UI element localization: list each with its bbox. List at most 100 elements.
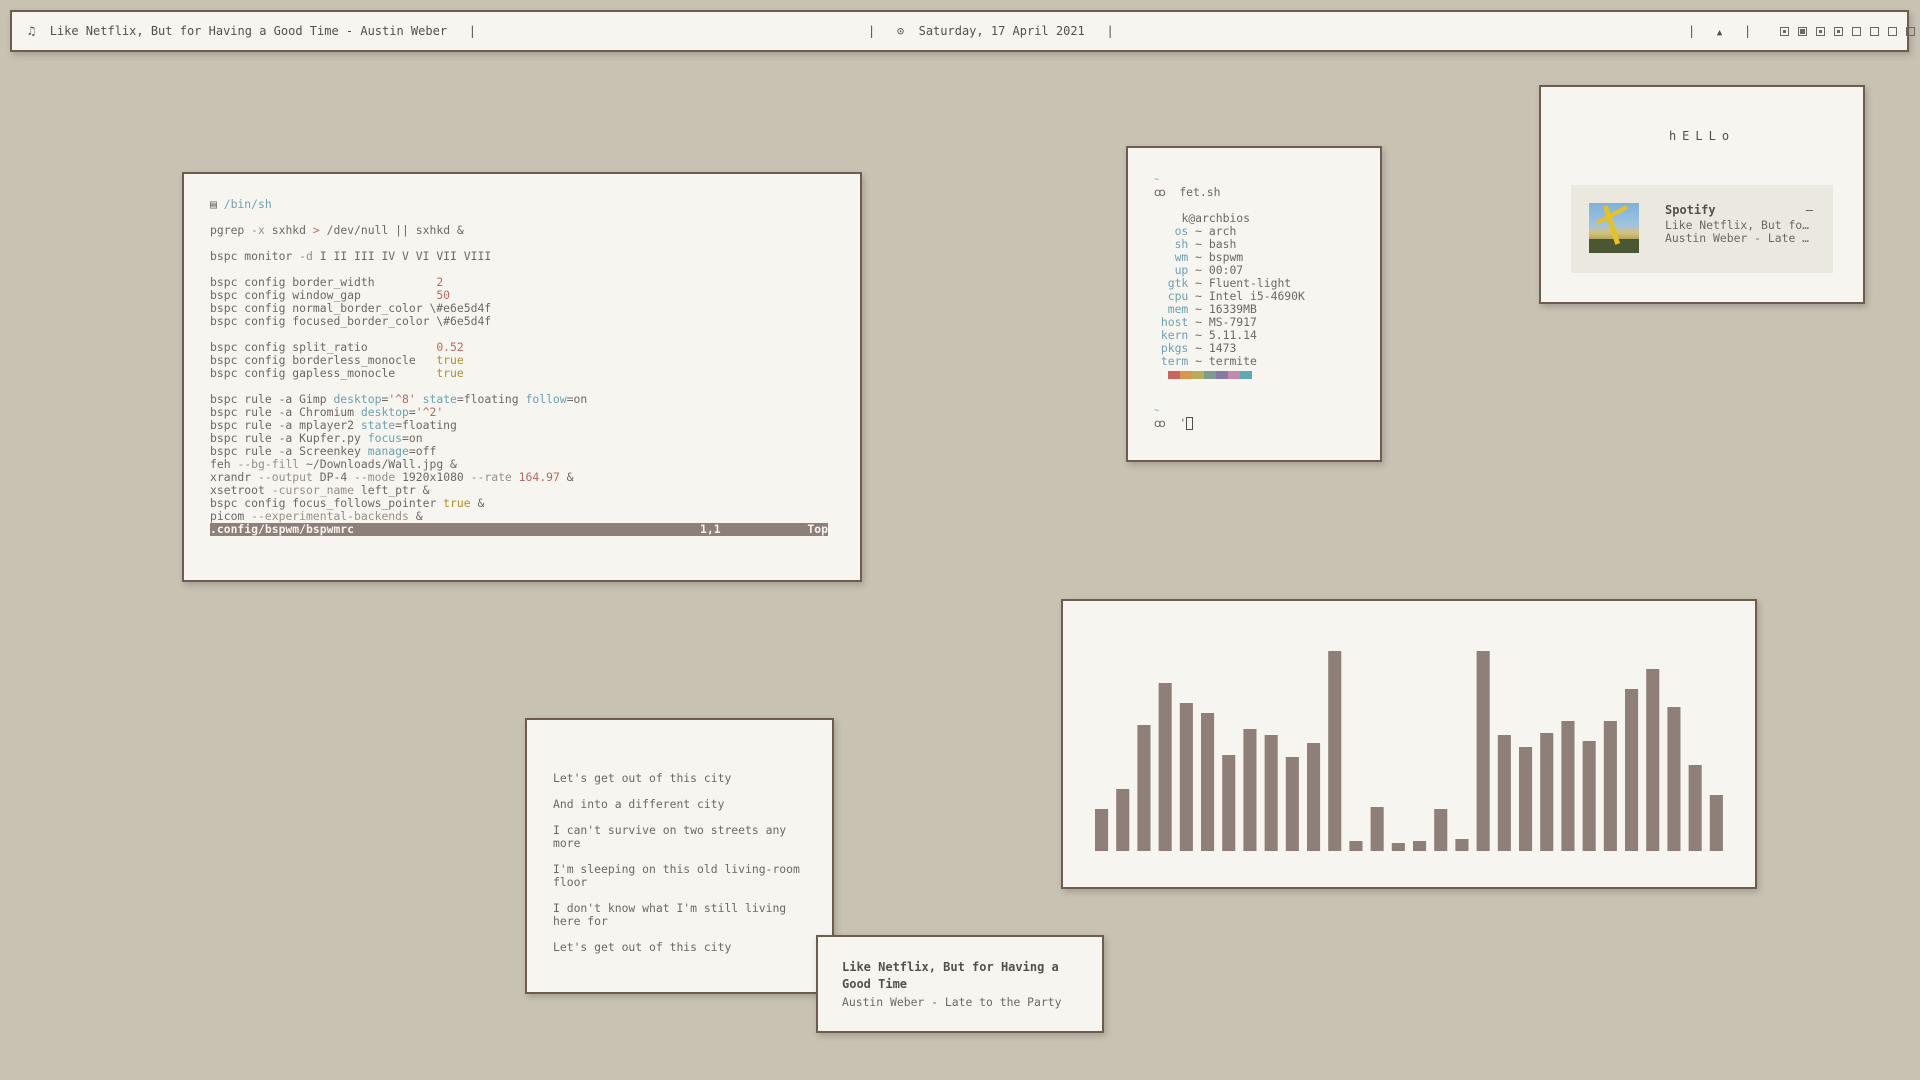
code-line: bspc config focused_border_color \#6e5d4… bbox=[210, 315, 828, 328]
code-token: pgrep bbox=[210, 223, 252, 237]
visualizer-bar bbox=[1095, 809, 1109, 851]
visualizer-bar bbox=[1116, 789, 1130, 851]
hello-title: hELLo bbox=[1668, 129, 1736, 143]
code-token: xsetroot bbox=[210, 483, 272, 497]
vim-editor[interactable]: ▤ /bin/sh pgrep -x sxhkd > /dev/null || … bbox=[210, 198, 828, 536]
top-bar: ♫ Like Netflix, But for Having a Good Ti… bbox=[10, 10, 1915, 52]
workspace-6-indicator[interactable] bbox=[1869, 27, 1879, 36]
status-file: .config/bspwm/bspwmrc bbox=[210, 522, 355, 536]
notification-body: Austin Weber - Late to the Party bbox=[842, 995, 1062, 1009]
code-token: bspc config focus_follows_pointer bbox=[210, 496, 444, 510]
visualizer-bar bbox=[1179, 703, 1193, 851]
workspace-5-indicator[interactable] bbox=[1851, 27, 1861, 36]
code-token: state bbox=[422, 392, 457, 406]
code-token: --output bbox=[258, 470, 320, 484]
code-token: --rate bbox=[470, 470, 519, 484]
code-token: bspc monitor bbox=[210, 249, 300, 263]
command-text: fet.sh bbox=[1179, 185, 1221, 199]
code-token: 0.52 bbox=[436, 340, 464, 354]
code-token: follow bbox=[525, 392, 567, 406]
code-token: picom bbox=[210, 509, 252, 523]
visualizer-bar bbox=[1540, 733, 1554, 851]
fetch-value: Fluent-light bbox=[1208, 276, 1292, 290]
notification-popup[interactable]: Like Netflix, But for Having a Good Time… bbox=[816, 935, 1104, 1033]
code-token: true bbox=[436, 353, 464, 367]
lyric-line: And into a different city bbox=[553, 797, 725, 811]
visualizer-bar bbox=[1222, 755, 1236, 851]
fetch-label: pkgs bbox=[1160, 341, 1189, 355]
fetch-label: kern bbox=[1160, 328, 1189, 342]
visualizer-bar bbox=[1688, 765, 1702, 851]
bell-icon[interactable]: ▲ bbox=[1717, 28, 1722, 38]
visualizer-bar bbox=[1413, 841, 1427, 851]
code-token: > bbox=[312, 223, 327, 237]
visualizer-bar bbox=[1201, 713, 1215, 851]
code-token: bspc config border_width bbox=[210, 275, 437, 289]
prompt-icon: ꝏ bbox=[1154, 185, 1166, 199]
visualizer-bar bbox=[1603, 721, 1617, 851]
prompt-icon: ꝏ bbox=[1154, 416, 1166, 430]
visualizer-bar bbox=[1646, 669, 1660, 851]
fetch-separator: ~ bbox=[1195, 224, 1203, 238]
fetch-row-term: term ~ termite bbox=[1154, 355, 1305, 368]
fetch-label: wm bbox=[1174, 250, 1189, 264]
workspace-3-indicator[interactable] bbox=[1815, 27, 1825, 36]
workspace-8-indicator[interactable] bbox=[1905, 27, 1915, 36]
code-token: bspc config focused_border_color \#6e5d4… bbox=[210, 314, 492, 328]
code-token: desktop bbox=[333, 392, 382, 406]
visualizer-bar bbox=[1455, 839, 1469, 851]
code-token: I II III IV V VI VII VIII bbox=[319, 249, 492, 263]
notification-title: Like Netflix, But for Having a Good Time bbox=[842, 960, 1059, 991]
code-token: 164.97 bbox=[518, 470, 567, 484]
lyrics-window: Let's get out of this city And into a dif… bbox=[525, 718, 834, 994]
workspace-1-indicator[interactable] bbox=[1779, 27, 1789, 36]
code-token: bspc config normal_border_color \#e6e5d4… bbox=[210, 301, 492, 315]
workspace-indicators bbox=[1771, 24, 1915, 38]
code-token: -d bbox=[299, 249, 320, 263]
code-token: bspc rule -a Gimp bbox=[210, 392, 334, 406]
terminal-window[interactable]: ▤ /bin/sh pgrep -x sxhkd > /dev/null || … bbox=[182, 172, 862, 582]
vim-statusline: .config/bspwm/bspwmrc 1,1 Top bbox=[210, 523, 828, 536]
visualizer-bar bbox=[1264, 735, 1278, 851]
fetch-value: 16339MB bbox=[1208, 302, 1257, 316]
workspace-4-indicator[interactable] bbox=[1833, 27, 1843, 36]
code-token: bspc rule -a Chromium bbox=[210, 405, 361, 419]
player-minimize-button[interactable]: – bbox=[1806, 203, 1813, 217]
code-token: 50 bbox=[436, 288, 451, 302]
fetch-value: termite bbox=[1208, 354, 1257, 368]
status-scroll: Top bbox=[807, 522, 828, 536]
date-segment[interactable]: | ⊙ Saturday, 17 April 2021 | bbox=[868, 12, 1114, 50]
visualizer-bar bbox=[1519, 747, 1533, 851]
code-token: --bg-fill bbox=[237, 457, 307, 471]
fetch-separator: ~ bbox=[1195, 289, 1203, 303]
fetch-value: bspwm bbox=[1208, 250, 1244, 264]
music-icon: ♫ bbox=[28, 24, 36, 38]
fetch-window[interactable]: ~ ꝏ fet.sh k@archbios os ~ arch sh ~ bas… bbox=[1126, 146, 1382, 462]
fetch-separator: ~ bbox=[1195, 263, 1203, 277]
code-token: = bbox=[408, 405, 416, 419]
visualizer-bar bbox=[1709, 795, 1723, 851]
album-cover-image bbox=[1589, 203, 1639, 253]
lyrics-text: Let's get out of this city And into a dif… bbox=[553, 772, 815, 967]
palette-swatch-1 bbox=[1168, 370, 1180, 379]
now-playing-segment[interactable]: ♫ Like Netflix, But for Having a Good Ti… bbox=[28, 12, 476, 50]
visualizer-bar bbox=[1158, 683, 1172, 851]
media-player-card[interactable]: Spotify – Like Netflix, But fo… Austin W… bbox=[1571, 185, 1833, 273]
code-token: left_ptr & bbox=[360, 483, 430, 497]
prompt-line[interactable]: ꝏ ' bbox=[1154, 417, 1305, 430]
code-token: bspc config window_gap bbox=[210, 288, 437, 302]
palette-swatch-3 bbox=[1192, 370, 1204, 379]
visualizer-bar bbox=[1307, 743, 1321, 851]
code-token: =floating bbox=[456, 392, 526, 406]
fetch-separator: ~ bbox=[1195, 250, 1203, 264]
fetch-separator: ~ bbox=[1195, 276, 1203, 290]
code-token: '^8' bbox=[388, 392, 423, 406]
visualizer-bar bbox=[1370, 807, 1384, 851]
code-token: =off bbox=[408, 444, 437, 458]
fetch-rows: os ~ arch sh ~ bash wm ~ bspwm up ~ 00:0… bbox=[1154, 225, 1305, 368]
bar-separator: | bbox=[868, 24, 876, 38]
shebang-line: ▤ /bin/sh bbox=[210, 198, 828, 211]
workspace-7-indicator[interactable] bbox=[1887, 27, 1897, 36]
workspace-2-indicator[interactable] bbox=[1797, 27, 1807, 36]
lyric-line: Let's get out of this city bbox=[553, 940, 732, 954]
